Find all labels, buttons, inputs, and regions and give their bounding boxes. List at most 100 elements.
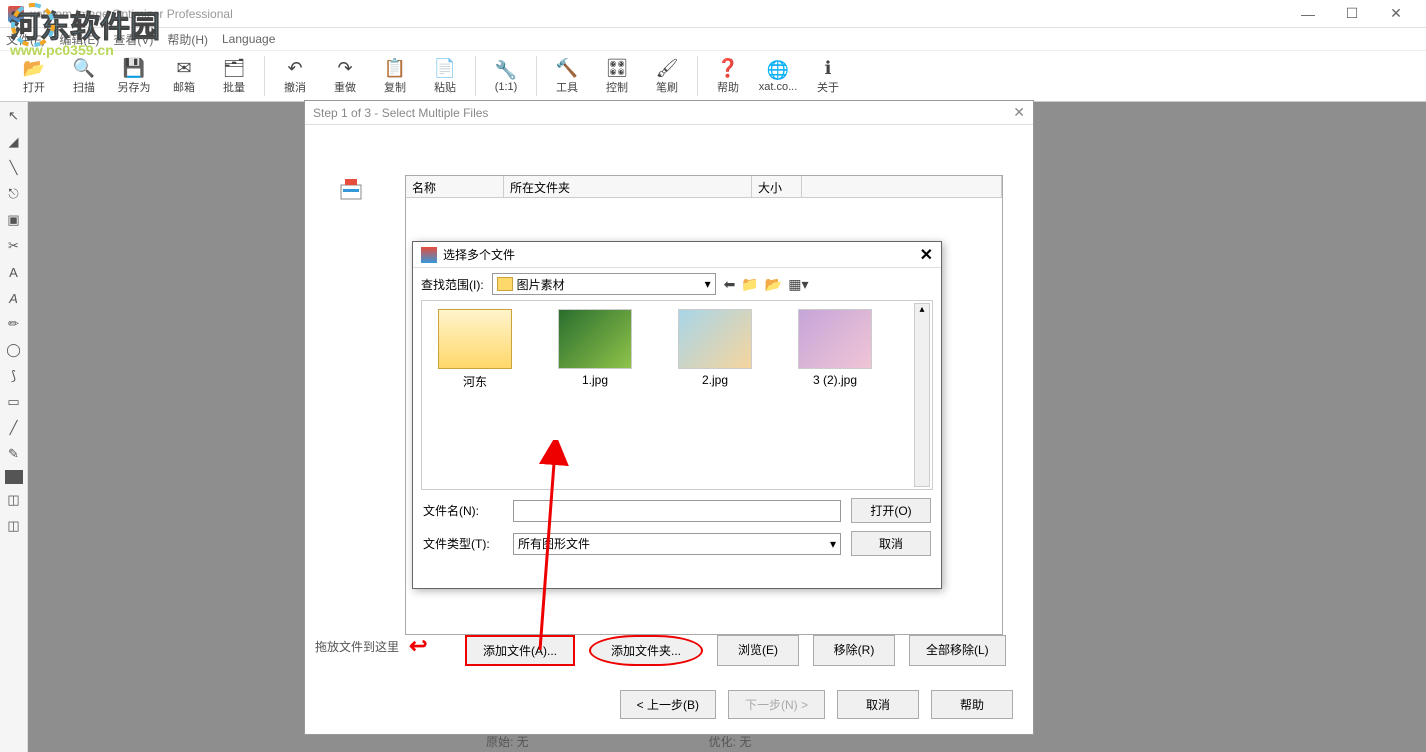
toolbar-label: 帮助 <box>717 79 739 95</box>
file-browser-dialog: 选择多个文件 ✕ 查找范围(I): 图片素材 ▾ ⬅ 📁 📂 ▦▾ 河东1.jp… <box>412 241 942 589</box>
tool-ruler[interactable]: ╲ <box>4 158 24 178</box>
next-step-button[interactable]: 下一步(N) > <box>728 690 825 719</box>
image-thumb <box>798 309 872 369</box>
col-folder[interactable]: 所在文件夹 <box>504 176 752 197</box>
tool-italic[interactable]: A <box>4 288 24 308</box>
toolbar-重做[interactable]: ↷重做 <box>321 52 369 100</box>
file-browser-list[interactable]: 河东 1.jpg 2.jpg 3 (2).jpg ▴ <box>421 300 933 490</box>
filetype-label: 文件类型(T): <box>423 535 503 552</box>
menu-help[interactable]: 帮助(H) <box>167 31 208 48</box>
toolbar-粘贴[interactable]: 📄粘贴 <box>421 52 469 100</box>
nav-back-icon[interactable]: ⬅ <box>724 276 736 293</box>
控制-icon: 🎛 <box>606 57 628 79</box>
nav-up-icon[interactable]: 📁 <box>741 276 758 293</box>
file-item[interactable]: 1.jpg <box>550 309 640 481</box>
邮箱-icon: ✉ <box>173 57 195 79</box>
file-item[interactable]: 2.jpg <box>670 309 760 481</box>
tool-arc[interactable]: ⟆ <box>4 366 24 386</box>
toolbar-另存为[interactable]: 💾另存为 <box>110 52 158 100</box>
tool-brush[interactable]: ✏ <box>4 314 24 334</box>
menu-file[interactable]: 文件(F) <box>6 31 45 48</box>
tool-crop[interactable]: ✂ <box>4 236 24 256</box>
扫描-icon: 🔍 <box>73 57 95 79</box>
col-spacer <box>802 176 1002 197</box>
minimize-button[interactable]: — <box>1286 0 1330 28</box>
cancel-step-button[interactable]: 取消 <box>837 690 919 719</box>
image-thumb <box>558 309 632 369</box>
帮助-icon: ❓ <box>717 57 739 79</box>
toolbar-label: (1:1) <box>495 81 518 93</box>
col-name[interactable]: 名称 <box>406 176 504 197</box>
tool-text[interactable]: A <box>4 262 24 282</box>
toolbar-label: 打开 <box>23 79 45 95</box>
nav-new-folder-icon[interactable]: 📂 <box>765 276 782 293</box>
open-button[interactable]: 打开(O) <box>851 498 931 523</box>
tool-swatch2[interactable]: ◫ <box>4 516 24 536</box>
另存为-icon: 💾 <box>123 57 145 79</box>
tool-swatch1[interactable]: ◫ <box>4 490 24 510</box>
重做-icon: ↷ <box>334 57 356 79</box>
cancel-browser-button[interactable]: 取消 <box>851 531 931 556</box>
folder-thumb <box>438 309 512 369</box>
tool-color[interactable] <box>5 470 23 484</box>
menu-view[interactable]: 查看(V) <box>113 31 153 48</box>
maximize-button[interactable]: ☐ <box>1330 0 1374 28</box>
file-item[interactable]: 3 (2).jpg <box>790 309 880 481</box>
filename-label: 文件名(N): <box>423 502 503 519</box>
toolbar-打开[interactable]: 📂打开 <box>10 52 58 100</box>
status-original: 原始: 无 <box>486 733 529 750</box>
toolbar-label: 工具 <box>556 79 578 95</box>
menu-edit[interactable]: 编辑(E) <box>59 31 99 48</box>
add-folder-button[interactable]: 添加文件夹... <box>589 635 703 666</box>
toolbar-扫描[interactable]: 🔍扫描 <box>60 52 108 100</box>
toolbar-(1:1)[interactable]: 🔧(1:1) <box>482 52 530 100</box>
scrollbar[interactable]: ▴ <box>914 303 930 487</box>
toolbar-separator <box>536 56 537 96</box>
toolbar-关于[interactable]: ℹ关于 <box>804 52 852 100</box>
tool-eyedropper[interactable]: ⎋ <box>4 184 24 204</box>
tool-rect[interactable]: ▭ <box>4 392 24 412</box>
menu-language[interactable]: Language <box>222 32 275 46</box>
复制-icon: 📋 <box>384 57 406 79</box>
toolbar-笔刷[interactable]: 🖌笔刷 <box>643 52 691 100</box>
tool-triangle[interactable]: ◢ <box>4 132 24 152</box>
tool-pointer[interactable]: ↖ <box>4 106 24 126</box>
toolbar-批量[interactable]: 🗂批量 <box>210 52 258 100</box>
tool-pen[interactable]: ✎ <box>4 444 24 464</box>
file-item[interactable]: 河东 <box>430 309 520 481</box>
look-in-combo[interactable]: 图片素材 ▾ <box>492 273 716 295</box>
step-dialog-close[interactable]: ✕ <box>1013 104 1025 121</box>
撤消-icon: ↶ <box>284 57 306 79</box>
toolbar-撤消[interactable]: ↶撤消 <box>271 52 319 100</box>
browse-button[interactable]: 浏览(E) <box>717 635 799 666</box>
笔刷-icon: 🖌 <box>656 57 678 79</box>
toolbar-separator <box>264 56 265 96</box>
toolbar-复制[interactable]: 📋复制 <box>371 52 419 100</box>
toolbar-label: 扫描 <box>73 79 95 95</box>
nav-view-icon[interactable]: ▦▾ <box>788 276 808 293</box>
toolbar-邮箱[interactable]: ✉邮箱 <box>160 52 208 100</box>
toolbar-工具[interactable]: 🔨工具 <box>543 52 591 100</box>
工具-icon: 🔨 <box>556 57 578 79</box>
col-size[interactable]: 大小 <box>752 176 802 197</box>
tool-circle-tool[interactable]: ◯ <box>4 340 24 360</box>
step-dialog-titlebar: Step 1 of 3 - Select Multiple Files ✕ <box>305 101 1033 125</box>
browser-title: 选择多个文件 <box>443 246 515 263</box>
close-button[interactable]: ✕ <box>1374 0 1418 28</box>
toolbar-label: 撤消 <box>284 79 306 95</box>
prev-step-button[interactable]: < 上一步(B) <box>620 690 716 719</box>
toolbar-帮助[interactable]: ❓帮助 <box>704 52 752 100</box>
tool-line[interactable]: ╱ <box>4 418 24 438</box>
filetype-combo[interactable]: 所有图形文件 ▾ <box>513 533 841 555</box>
add-file-button[interactable]: 添加文件(A)... <box>465 635 575 666</box>
toolbar-xat.co...[interactable]: 🌐xat.co... <box>754 52 802 100</box>
help-step-button[interactable]: 帮助 <box>931 690 1013 719</box>
打开-icon: 📂 <box>23 57 45 79</box>
window-title: xat.com Image Optimizer Professional <box>30 7 1286 21</box>
filename-input[interactable] <box>513 500 841 522</box>
toolbar-控制[interactable]: 🎛控制 <box>593 52 641 100</box>
remove-all-button[interactable]: 全部移除(L) <box>909 635 1006 666</box>
remove-button[interactable]: 移除(R) <box>813 635 895 666</box>
browser-close-button[interactable]: ✕ <box>920 245 933 265</box>
tool-image[interactable]: ▣ <box>4 210 24 230</box>
